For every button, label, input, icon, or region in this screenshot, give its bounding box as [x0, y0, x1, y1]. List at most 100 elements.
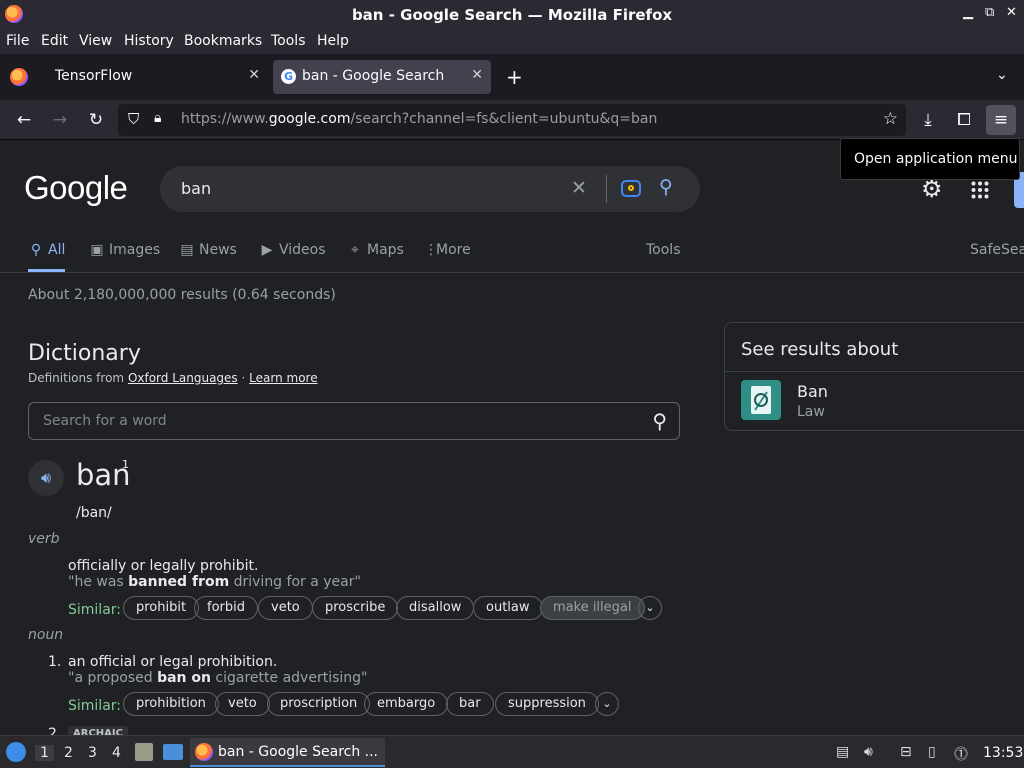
more-dots-icon: ⋮	[424, 242, 438, 258]
network-icon[interactable]: ⊟	[900, 744, 912, 760]
learn-more-link[interactable]: Learn more	[249, 371, 317, 385]
start-menu-icon[interactable]	[6, 742, 26, 762]
workspace-3[interactable]: 3	[88, 745, 97, 761]
expand-similar-chevron-icon[interactable]: ⌄	[595, 692, 619, 716]
clear-search-icon[interactable]: ✕	[571, 177, 587, 199]
menu-bar: File Edit View History Bookmarks Tools H…	[0, 30, 1024, 54]
verb-example: "he was banned from driving for a year"	[68, 574, 361, 590]
part-of-speech-noun: noun	[28, 627, 64, 643]
search-query[interactable]: ban	[181, 179, 211, 198]
definition-number: 1.	[48, 654, 62, 670]
oxford-languages-link[interactable]: Oxford Languages	[128, 371, 238, 385]
tools-button[interactable]: Tools	[646, 242, 681, 258]
url-text[interactable]: https://www.google.com/search?channel=fs…	[181, 111, 657, 127]
search-submit-icon[interactable]: ⚲	[659, 176, 673, 198]
forward-icon[interactable]: →	[48, 108, 72, 132]
headword-superscript: 1	[122, 458, 129, 471]
minimize-icon[interactable]: ▁	[963, 5, 973, 20]
firefox-view-icon[interactable]	[10, 68, 28, 86]
menu-edit[interactable]: Edit	[41, 33, 68, 49]
extensions-icon[interactable]: ⧠	[952, 108, 976, 132]
similar-chip[interactable]: make illegal	[540, 596, 645, 620]
workspace-1[interactable]: 1	[35, 745, 54, 761]
tab-google-search[interactable]: G ban - Google Search ✕	[273, 60, 491, 94]
file-manager-icon[interactable]	[135, 743, 153, 761]
similar-chip[interactable]: forbid	[194, 596, 258, 620]
ban-thumbnail[interactable]	[741, 380, 781, 420]
word-search-icon[interactable]: ⚲	[652, 409, 667, 433]
notes-icon[interactable]: ▯	[928, 744, 936, 760]
similar-chip[interactable]: veto	[215, 692, 270, 716]
show-desktop-icon[interactable]	[163, 744, 183, 760]
google-favicon-icon: G	[281, 69, 296, 84]
noun-definition: an official or legal prohibition.	[68, 654, 278, 670]
similar-chip[interactable]: proscription	[267, 692, 371, 716]
list-all-tabs-icon[interactable]: ⌄	[996, 67, 1008, 83]
tab-maps[interactable]: ⌖ Maps	[347, 242, 404, 258]
workspace-4[interactable]: 4	[112, 745, 121, 761]
panel-divider	[725, 371, 1024, 372]
similar-chip[interactable]: prohibition	[123, 692, 219, 716]
expand-similar-chevron-icon[interactable]: ⌄	[638, 596, 662, 620]
search-icon: ⚲	[30, 242, 42, 258]
taskbar: 1 2 3 4 ban - Google Search ... ▤ 🔊︎ ⊟ ▯…	[0, 735, 1024, 768]
restore-icon[interactable]: ⧉	[985, 5, 994, 20]
word-search-input[interactable]: Search for a word ⚲	[28, 402, 680, 440]
tab-all[interactable]: ⚲ All	[28, 242, 66, 258]
workspace-2[interactable]: 2	[64, 745, 73, 761]
url-bar[interactable]: ⛉ 🔒︎ https://www.google.com/search?chann…	[118, 104, 906, 136]
similar-chip[interactable]: prohibit	[123, 596, 200, 620]
result-title[interactable]: Ban	[797, 382, 828, 401]
phonetic: /ban/	[76, 505, 112, 521]
pronunciation-speaker-icon[interactable]: 🔊︎	[28, 460, 64, 496]
volume-icon[interactable]: 🔊︎	[864, 744, 873, 760]
menu-tools[interactable]: Tools	[271, 33, 306, 49]
menu-bookmarks[interactable]: Bookmarks	[184, 33, 262, 49]
new-tab-icon[interactable]: +	[506, 65, 523, 89]
app-menu-icon[interactable]: ≡	[986, 105, 1016, 135]
header-divider	[0, 272, 1024, 273]
dictionary-source: Definitions from Oxford Languages · Lear…	[28, 371, 318, 385]
menu-file[interactable]: File	[6, 33, 29, 49]
close-tab-icon[interactable]: ✕	[471, 67, 483, 83]
close-tab-icon[interactable]: ✕	[248, 67, 260, 83]
similar-chip[interactable]: veto	[258, 596, 313, 620]
tab-videos[interactable]: ▶ Videos	[259, 242, 326, 258]
safesearch-button[interactable]: SafeSea	[970, 242, 1024, 258]
word-search-placeholder: Search for a word	[43, 413, 167, 429]
taskbar-firefox-window[interactable]: ban - Google Search ...	[190, 738, 385, 767]
tab-tensorflow[interactable]: TensorFlow ✕	[42, 60, 268, 94]
similar-chip[interactable]: embargo	[364, 692, 449, 716]
lock-icon[interactable]: 🔒︎	[154, 110, 161, 126]
downloads-icon[interactable]: ⤓	[916, 108, 940, 132]
google-apps-icon[interactable]	[971, 181, 989, 199]
window-title: ban - Google Search — Mozilla Firefox	[351, 6, 673, 24]
update-notification-icon[interactable]: ⓵	[954, 744, 968, 764]
noun-example: "a proposed ban on cigarette advertising…	[68, 670, 368, 686]
clipboard-icon[interactable]: ▤	[836, 744, 849, 760]
result-subtitle: Law	[797, 404, 825, 420]
back-icon[interactable]: ←	[12, 108, 36, 132]
tab-news[interactable]: ▤ News	[179, 242, 236, 258]
reload-icon[interactable]: ↻	[84, 108, 108, 132]
google-lens-icon[interactable]	[621, 180, 641, 197]
tab-images[interactable]: ▣ Images	[89, 242, 160, 258]
menu-history[interactable]: History	[124, 33, 174, 49]
google-logo[interactable]: Google	[24, 169, 128, 207]
definition-number: 2.	[48, 726, 62, 735]
similar-chip[interactable]: outlaw	[473, 596, 543, 620]
menu-help[interactable]: Help	[317, 33, 349, 49]
similar-chip[interactable]: bar	[446, 692, 494, 716]
similar-chip[interactable]: disallow	[396, 596, 475, 620]
bookmark-star-icon[interactable]: ☆	[883, 109, 898, 129]
tracking-shield-icon[interactable]: ⛉	[128, 110, 139, 128]
similar-chip[interactable]: proscribe	[312, 596, 399, 620]
menu-view[interactable]: View	[79, 33, 112, 49]
similar-chip[interactable]: suppression	[495, 692, 599, 716]
close-window-icon[interactable]: ✕	[1006, 5, 1017, 20]
tab-label: ban - Google Search	[302, 68, 445, 84]
tab-more[interactable]: ⋮More	[424, 242, 471, 258]
google-search-box[interactable]: ban ✕ ⚲	[160, 166, 700, 212]
app-menu-tooltip: Open application menu	[840, 138, 1020, 180]
part-of-speech-verb: verb	[28, 531, 60, 547]
